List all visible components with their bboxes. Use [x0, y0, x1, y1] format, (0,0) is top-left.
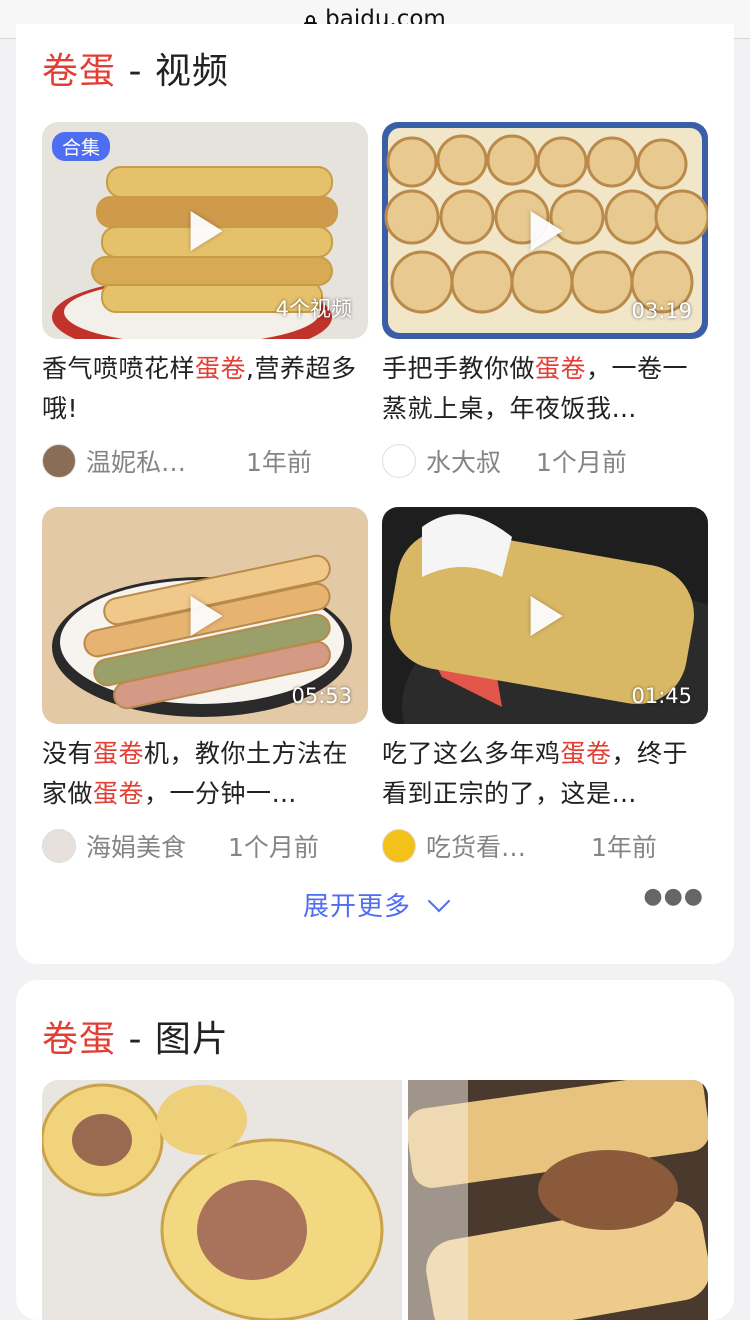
more-options-icon[interactable]: ●●●: [643, 884, 704, 909]
result-image: [42, 1080, 402, 1320]
video-duration: 05:53: [291, 684, 352, 708]
play-icon: [190, 210, 223, 251]
section-title[interactable]: 卷蛋 - 视频: [42, 42, 229, 94]
video-meta: 海娟美食 1个月前: [42, 828, 368, 864]
video-results-card: 卷蛋 - 视频 合集 4个视频 香气喷喷花样蛋卷,营养超多哦! 温妮私… 1年前…: [16, 24, 734, 964]
author-name[interactable]: 海娟美食: [86, 828, 198, 864]
video-duration: 4个视频: [275, 297, 352, 321]
play-icon: [530, 595, 563, 636]
result-image: [408, 1080, 708, 1320]
avatar: [382, 444, 416, 478]
video-title[interactable]: 手把手教你做蛋卷，一卷一蒸就上桌，年夜饭我…: [382, 349, 708, 429]
post-time: 1个月前: [228, 833, 319, 862]
author-name[interactable]: 温妮私…: [86, 443, 216, 479]
video-thumbnail[interactable]: 05:53: [42, 507, 368, 724]
collection-badge: 合集: [52, 132, 111, 161]
video-title[interactable]: 香气喷喷花样蛋卷,营养超多哦!: [42, 349, 368, 429]
video-item[interactable]: 合集 4个视频 香气喷喷花样蛋卷,营养超多哦! 温妮私… 1年前: [42, 122, 368, 479]
video-meta: 温妮私… 1年前: [42, 443, 368, 479]
video-title[interactable]: 没有蛋卷机，教你土方法在家做蛋卷，一分钟一…: [42, 734, 368, 814]
avatar: [42, 444, 76, 478]
image-result[interactable]: [408, 1080, 708, 1320]
expand-more-button[interactable]: 展开更多: [16, 886, 734, 923]
author-name[interactable]: 水大叔: [426, 443, 506, 479]
avatar: [42, 829, 76, 863]
video-duration: 03:19: [631, 299, 692, 323]
video-meta: 吃货看… 1年前: [382, 828, 708, 864]
section-title[interactable]: 卷蛋 - 图片: [42, 1010, 229, 1062]
chevron-down-icon: [427, 889, 451, 913]
video-item[interactable]: 05:53 没有蛋卷机，教你土方法在家做蛋卷，一分钟一… 海娟美食 1个月前: [42, 507, 368, 864]
play-icon: [530, 210, 563, 251]
video-thumbnail[interactable]: 合集 4个视频: [42, 122, 368, 339]
video-item[interactable]: 03:19 手把手教你做蛋卷，一卷一蒸就上桌，年夜饭我… 水大叔 1个月前: [382, 122, 708, 479]
image-result[interactable]: [42, 1080, 402, 1320]
video-meta: 水大叔 1个月前: [382, 443, 708, 479]
post-time: 1个月前: [536, 448, 627, 477]
video-item[interactable]: 01:45 吃了这么多年鸡蛋卷，终于看到正宗的了，这是… 吃货看… 1年前: [382, 507, 708, 864]
video-title[interactable]: 吃了这么多年鸡蛋卷，终于看到正宗的了，这是…: [382, 734, 708, 814]
post-time: 1年前: [246, 448, 312, 477]
post-time: 1年前: [591, 833, 657, 862]
video-thumbnail[interactable]: 03:19: [382, 122, 708, 339]
play-icon: [190, 595, 223, 636]
video-duration: 01:45: [631, 684, 692, 708]
image-results-card: 卷蛋 - 图片: [16, 980, 734, 1320]
video-thumbnail[interactable]: 01:45: [382, 507, 708, 724]
avatar: [382, 829, 416, 863]
author-name[interactable]: 吃货看…: [426, 828, 561, 864]
